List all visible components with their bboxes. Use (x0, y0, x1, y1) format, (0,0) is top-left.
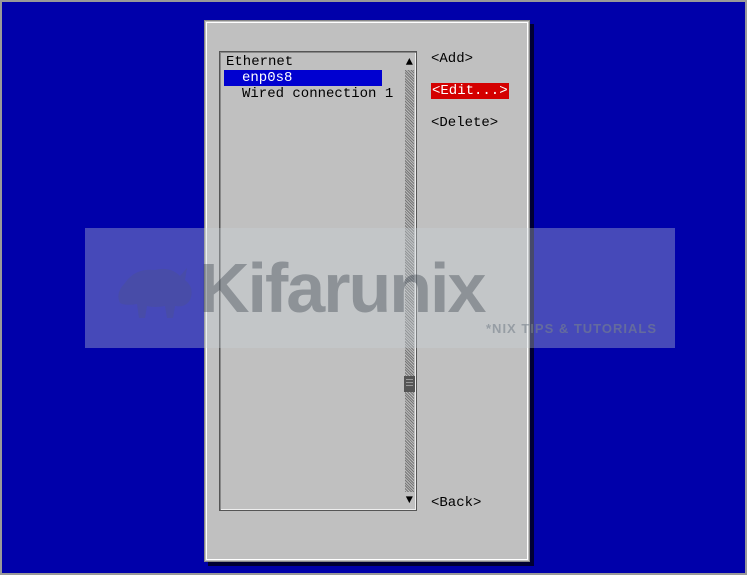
scroll-down-arrow[interactable]: ▼ (406, 494, 413, 506)
edit-button[interactable]: <Edit...> (431, 83, 509, 99)
scroll-up-arrow[interactable]: ▲ (406, 56, 413, 68)
dialog-content: Ethernet enp0s8 Wired connection 1 ▲ ▼ <… (219, 51, 515, 547)
rhino-icon (105, 248, 205, 328)
nmtui-dialog: Ethernet enp0s8 Wired connection 1 ▲ ▼ <… (204, 20, 530, 562)
back-button[interactable]: <Back> (431, 495, 481, 511)
scroll-track[interactable] (405, 70, 414, 492)
connection-listbox[interactable]: Ethernet enp0s8 Wired connection 1 ▲ ▼ (219, 51, 417, 511)
list-header-ethernet: Ethernet (224, 54, 402, 70)
list-item[interactable]: enp0s8 (224, 70, 382, 86)
add-button[interactable]: <Add> (431, 51, 509, 67)
connection-list: Ethernet enp0s8 Wired connection 1 (224, 54, 402, 508)
list-item[interactable]: Wired connection 1 (224, 86, 402, 102)
scroll-thumb[interactable] (404, 376, 415, 392)
delete-button[interactable]: <Delete> (431, 115, 509, 131)
action-buttons: <Add> <Edit...> <Delete> (431, 51, 509, 147)
